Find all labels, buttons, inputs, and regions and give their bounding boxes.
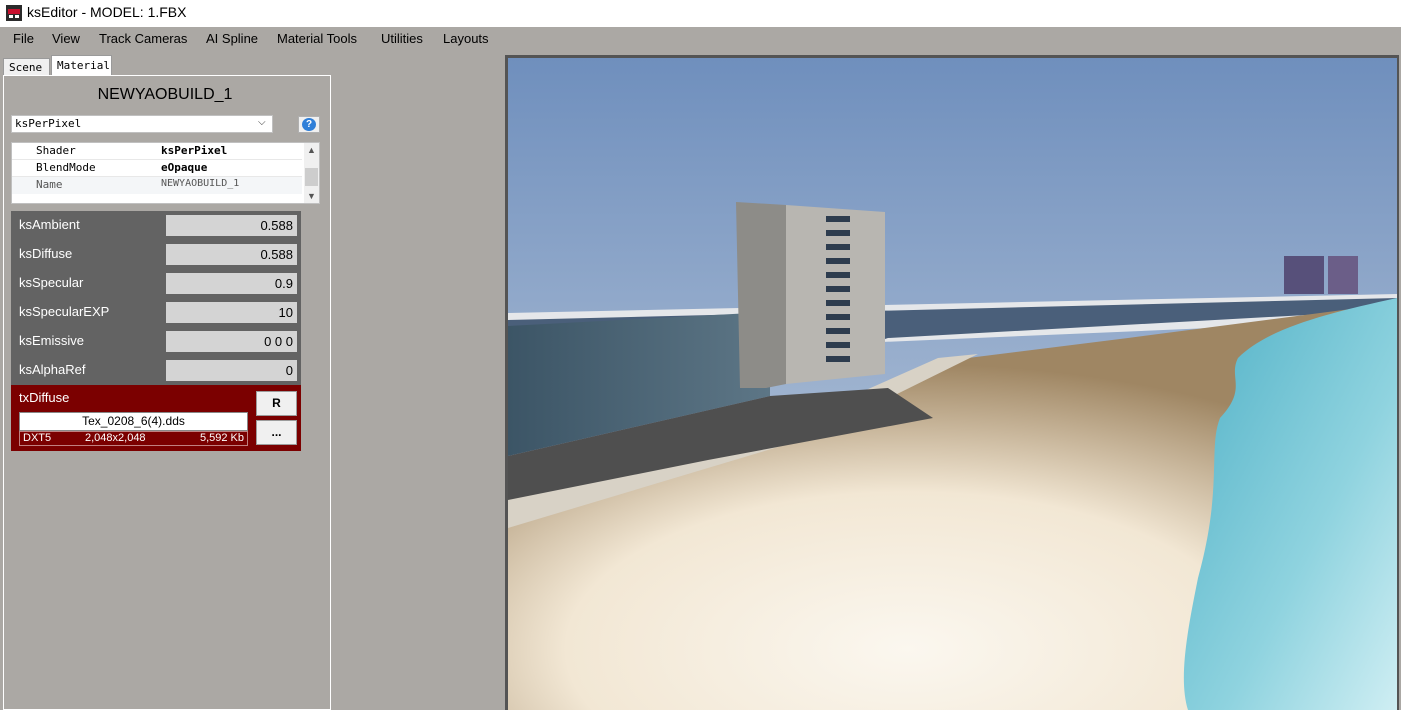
tab-scene[interactable]: Scene bbox=[3, 58, 50, 76]
menu-material-tools[interactable]: Material Tools bbox=[277, 31, 357, 46]
texture-slot-label: txDiffuse bbox=[19, 390, 70, 405]
viewport-render bbox=[508, 58, 1397, 710]
menu-view[interactable]: View bbox=[52, 31, 80, 46]
param-row-ksdiffuse: ksDiffuse 0.588 bbox=[11, 240, 301, 269]
texture-format: DXT5 bbox=[23, 432, 52, 444]
material-name-title: NEWYAOBUILD_1 bbox=[97, 86, 233, 103]
texture-dimensions: 2,048x2,048 bbox=[85, 432, 146, 444]
property-key: Shader bbox=[36, 144, 76, 157]
3d-viewport[interactable] bbox=[508, 58, 1397, 710]
building-side bbox=[736, 202, 786, 388]
menu-file[interactable]: File bbox=[13, 31, 34, 46]
browse-texture-button[interactable]: ... bbox=[256, 420, 297, 445]
ks-app-icon bbox=[6, 5, 22, 21]
property-value: eOpaque bbox=[161, 161, 208, 174]
menu-utilities[interactable]: Utilities bbox=[381, 31, 423, 46]
param-value-input[interactable]: 0 bbox=[166, 360, 297, 381]
param-label: ksAlphaRef bbox=[19, 362, 86, 377]
param-value-input[interactable]: 0.588 bbox=[166, 244, 297, 265]
param-label: ksDiffuse bbox=[19, 246, 73, 261]
property-row-name[interactable]: Name NEWYAOBUILD_1 bbox=[12, 177, 302, 194]
param-value-input[interactable]: 0.9 bbox=[166, 273, 297, 294]
property-key: BlendMode bbox=[36, 161, 96, 174]
param-row-ksemissive: ksEmissive 0 0 0 bbox=[11, 327, 301, 356]
property-row-blendmode[interactable]: BlendMode eOpaque bbox=[12, 160, 302, 177]
help-button[interactable]: ? bbox=[298, 116, 320, 133]
param-row-ksalpharef: ksAlphaRef 0 bbox=[11, 356, 301, 385]
window-title: ksEditor - MODEL: 1.FBX bbox=[27, 4, 187, 20]
distant-tower bbox=[1328, 256, 1358, 294]
param-label: ksEmissive bbox=[19, 333, 85, 348]
property-value: ksPerPixel bbox=[161, 144, 228, 157]
menu-ai-spline[interactable]: AI Spline bbox=[206, 31, 258, 46]
property-grid: Shader ksPerPixel BlendMode eOpaque Name… bbox=[11, 142, 320, 204]
param-value-input[interactable]: 0.588 bbox=[166, 215, 297, 236]
menu-track-cameras[interactable]: Track Cameras bbox=[99, 31, 187, 46]
texture-file-field[interactable]: Tex_0208_6(4).dds bbox=[19, 412, 248, 431]
distant-tower bbox=[1284, 256, 1324, 294]
scrollbar-thumb[interactable] bbox=[305, 168, 318, 186]
property-row-shader[interactable]: Shader ksPerPixel bbox=[12, 143, 302, 160]
param-label: ksAmbient bbox=[19, 217, 80, 232]
texture-info: DXT5 2,048x2,048 5,592 Kb bbox=[19, 431, 248, 446]
chevron-down-icon[interactable]: ⌵ bbox=[258, 117, 266, 128]
texture-size: 5,592 Kb bbox=[199, 432, 244, 444]
param-row-ksambient: ksAmbient 0.588 bbox=[11, 211, 301, 240]
param-row-ksspecularexp: ksSpecularEXP 10 bbox=[11, 298, 301, 327]
scroll-down-icon[interactable]: ▼ bbox=[307, 191, 316, 201]
property-key: Name bbox=[36, 178, 63, 191]
help-icon: ? bbox=[302, 118, 316, 131]
reload-texture-button[interactable]: R bbox=[256, 391, 297, 416]
scroll-up-icon[interactable]: ▲ bbox=[307, 145, 316, 155]
title-bar bbox=[0, 0, 1401, 27]
menu-layouts[interactable]: Layouts bbox=[443, 31, 489, 46]
shader-select[interactable]: ksPerPixel bbox=[11, 115, 273, 133]
param-label: ksSpecularEXP bbox=[19, 304, 110, 319]
param-value-input[interactable]: 10 bbox=[166, 302, 297, 323]
param-row-ksspecular: ksSpecular 0.9 bbox=[11, 269, 301, 298]
param-value-input[interactable]: 0 0 0 bbox=[166, 331, 297, 352]
param-label: ksSpecular bbox=[19, 275, 84, 290]
tab-material[interactable]: Material bbox=[51, 55, 112, 76]
property-value: NEWYAOBUILD_1 bbox=[161, 178, 240, 189]
